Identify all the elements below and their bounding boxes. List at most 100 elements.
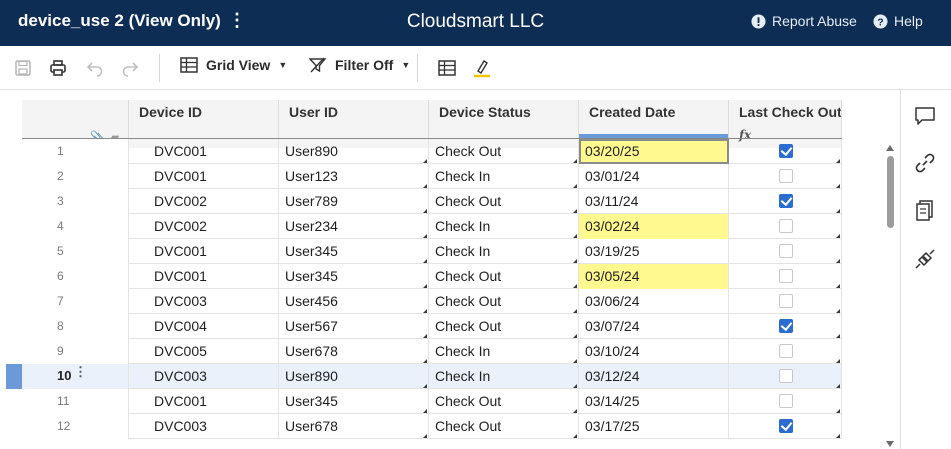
cell-user-id[interactable]: User678 — [279, 414, 429, 439]
cell-created-date[interactable]: 03/11/24 — [579, 189, 729, 214]
table-row[interactable]: 7 DVC003 User456 Check Out 03/06/24 — [22, 289, 842, 314]
cell-created-date[interactable]: 03/19/25 — [579, 239, 729, 264]
checkbox[interactable] — [779, 244, 793, 258]
vertical-scrollbar-thumb[interactable] — [887, 156, 894, 228]
checkbox[interactable] — [779, 219, 793, 233]
checkbox[interactable] — [779, 394, 793, 408]
cell-device-id[interactable]: DVC001 — [129, 164, 279, 189]
cell-user-id[interactable]: User678 — [279, 339, 429, 364]
cell-device-id[interactable]: DVC001 — [129, 139, 279, 164]
cell-created-date[interactable]: 03/01/24 — [579, 164, 729, 189]
checkbox[interactable] — [779, 144, 793, 158]
cell-last-check-out[interactable] — [729, 239, 842, 264]
table-row[interactable]: 10 ⋮ DVC003 User890 Check In 03/12/24 — [22, 364, 842, 389]
table-row[interactable]: 5 DVC001 User345 Check In 03/19/25 — [22, 239, 842, 264]
cell-created-date[interactable]: 03/07/24 — [579, 314, 729, 339]
cell-last-check-out[interactable] — [729, 289, 842, 314]
checkbox[interactable] — [779, 194, 793, 208]
cell-device-status[interactable]: Check Out — [429, 414, 579, 439]
table-row[interactable]: 2 DVC001 User123 Check In 03/01/24 — [22, 164, 842, 189]
report-abuse-link[interactable]: Report Abuse — [751, 13, 857, 29]
cell-device-id[interactable]: DVC003 — [129, 364, 279, 389]
cell-device-status[interactable]: Check In — [429, 339, 579, 364]
row-number[interactable]: 6 — [22, 264, 129, 289]
table-row[interactable]: 4 DVC002 User234 Check In 03/02/24 — [22, 214, 842, 239]
row-number[interactable]: 5 — [22, 239, 129, 264]
cell-last-check-out[interactable] — [729, 139, 842, 164]
print-icon[interactable] — [48, 58, 68, 78]
cell-user-id[interactable]: User567 — [279, 314, 429, 339]
cell-user-id[interactable]: User345 — [279, 264, 429, 289]
cell-created-date[interactable]: 03/14/25 — [579, 389, 729, 414]
row-number[interactable]: 7 — [22, 289, 129, 314]
cell-last-check-out[interactable] — [729, 414, 842, 439]
cell-last-check-out[interactable] — [729, 189, 842, 214]
cell-user-id[interactable]: User123 — [279, 164, 429, 189]
row-number[interactable]: 3 — [22, 189, 129, 214]
cell-created-date[interactable]: 03/02/24 — [579, 214, 729, 239]
cell-device-id[interactable]: DVC003 — [129, 414, 279, 439]
cell-created-date[interactable]: 03/05/24 — [579, 264, 729, 289]
cell-created-date[interactable]: 03/17/25 — [579, 414, 729, 439]
row-number[interactable]: 4 — [22, 214, 129, 239]
cell-user-id[interactable]: User345 — [279, 389, 429, 414]
row-number[interactable]: 8 — [22, 314, 129, 339]
filter-dropdown[interactable]: Filter Off ▼ — [309, 57, 410, 73]
cell-device-id[interactable]: DVC003 — [129, 289, 279, 314]
cell-last-check-out[interactable] — [729, 389, 842, 414]
sheet-title[interactable]: device_use 2 (View Only) — [18, 11, 221, 31]
table-row[interactable]: 6 DVC001 User345 Check Out 03/05/24 — [22, 264, 842, 289]
cell-device-status[interactable]: Check Out — [429, 314, 579, 339]
cell-device-status[interactable]: Check Out — [429, 264, 579, 289]
row-menu-icon[interactable]: ⋮ — [74, 364, 87, 380]
cell-device-status[interactable]: Check In — [429, 164, 579, 189]
cell-device-id[interactable]: DVC005 — [129, 339, 279, 364]
cell-device-id[interactable]: DVC004 — [129, 314, 279, 339]
cell-created-date[interactable]: 03/12/24 — [579, 364, 729, 389]
cell-device-status[interactable]: Check In — [429, 214, 579, 239]
scroll-down-arrow[interactable] — [886, 441, 894, 447]
scroll-up-arrow[interactable] — [886, 145, 894, 151]
row-number[interactable]: 9 — [22, 339, 129, 364]
cell-device-id[interactable]: DVC001 — [129, 239, 279, 264]
cell-created-date[interactable]: 03/20/25 — [579, 139, 729, 164]
checkbox[interactable] — [779, 369, 793, 383]
checkbox[interactable] — [779, 344, 793, 358]
cell-created-date[interactable]: 03/10/24 — [579, 339, 729, 364]
sheet-menu-icon[interactable]: ⋮ — [228, 10, 246, 31]
cell-device-status[interactable]: Check Out — [429, 139, 579, 164]
cell-user-id[interactable]: User456 — [279, 289, 429, 314]
checkbox[interactable] — [779, 319, 793, 333]
grid-view-dropdown[interactable]: Grid View ▼ — [180, 57, 287, 73]
table-row[interactable]: 11 DVC001 User345 Check Out 03/14/25 — [22, 389, 842, 414]
checkbox[interactable] — [779, 419, 793, 433]
cell-user-id[interactable]: User345 — [279, 239, 429, 264]
redo-icon[interactable] — [120, 58, 140, 78]
cell-last-check-out[interactable] — [729, 264, 842, 289]
cell-created-date[interactable]: 03/06/24 — [579, 289, 729, 314]
cell-device-status[interactable]: Check Out — [429, 389, 579, 414]
table-row[interactable]: 12 DVC003 User678 Check Out 03/17/25 — [22, 414, 842, 439]
checkbox[interactable] — [779, 169, 793, 183]
row-number[interactable]: 12 — [22, 414, 129, 439]
cell-user-id[interactable]: User890 — [279, 139, 429, 164]
cell-device-id[interactable]: DVC002 — [129, 214, 279, 239]
undo-icon[interactable] — [85, 58, 105, 78]
help-link[interactable]: ? Help — [873, 13, 923, 29]
cell-device-status[interactable]: Check Out — [429, 189, 579, 214]
table-row[interactable]: 8 DVC004 User567 Check Out 03/07/24 — [22, 314, 842, 339]
cell-last-check-out[interactable] — [729, 364, 842, 389]
save-icon[interactable] — [13, 58, 33, 78]
connections-icon[interactable] — [913, 247, 937, 271]
summary-icon[interactable] — [913, 198, 937, 222]
cell-device-status[interactable]: Check Out — [429, 289, 579, 314]
cell-last-check-out[interactable] — [729, 339, 842, 364]
table-row[interactable]: 3 DVC002 User789 Check Out 03/11/24 — [22, 189, 842, 214]
highlight-changes-icon[interactable] — [472, 58, 492, 78]
cell-device-id[interactable]: DVC002 — [129, 189, 279, 214]
cell-device-id[interactable]: DVC001 — [129, 264, 279, 289]
cell-user-id[interactable]: User789 — [279, 189, 429, 214]
attachments-link-icon[interactable] — [913, 151, 937, 175]
cell-last-check-out[interactable] — [729, 214, 842, 239]
row-number[interactable]: 2 — [22, 164, 129, 189]
